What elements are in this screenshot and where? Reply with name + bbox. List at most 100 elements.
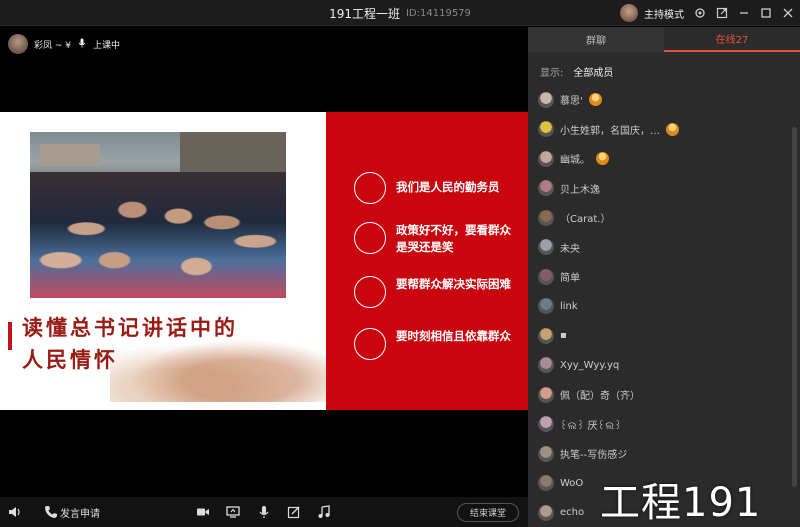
music-icon[interactable] [317, 505, 331, 519]
speaker-icon[interactable] [8, 505, 22, 519]
photo-building [180, 132, 286, 177]
host-mode-label[interactable]: 主持模式 [644, 6, 684, 21]
scrollbar[interactable] [792, 127, 797, 487]
avatar [538, 209, 554, 226]
member-name: Xyy_Wyy.yq [560, 359, 620, 371]
list-item[interactable]: ꒰ଲ꒱ 厌꒰ଲ꒱ [538, 410, 788, 440]
avatar [538, 298, 554, 315]
member-name: 未央 [560, 243, 580, 255]
member-name: 小生姓郭，名国庆，… [560, 125, 660, 137]
list-item[interactable]: （Carat.） [538, 203, 788, 233]
list-item[interactable]: 贝上木逸 [538, 174, 788, 204]
screen-share-icon[interactable] [226, 505, 240, 519]
photo-building [40, 144, 100, 166]
tab-online[interactable]: 在线27 [664, 27, 800, 52]
presentation-area: 彩凤 ~ ¥ 上课中 读懂总书记讲话中的 人民情怀 我们是人民的勤务员 政策好不… [0, 27, 528, 497]
end-class-button[interactable]: 结束课堂 [457, 503, 519, 522]
member-name: 贝上木逸 [560, 184, 600, 196]
slide-point: 我们是人民的勤务员 [354, 172, 524, 204]
list-item[interactable]: link [538, 292, 788, 322]
member-name: 佩（配）奇（齐） [560, 391, 640, 403]
close-icon[interactable] [782, 7, 794, 19]
bottom-toolbar: 发言申请 结束课堂 [0, 497, 528, 527]
slide: 读懂总书记讲话中的 人民情怀 我们是人民的勤务员 政策好不好，要看群众是哭还是笑… [0, 112, 528, 410]
slide-point: 政策好不好，要看群众是哭还是笑 [354, 222, 524, 256]
slide-right-panel: 我们是人民的勤务员 政策好不好，要看群众是哭还是笑 要帮群众解决实际困难 要时刻… [326, 112, 528, 410]
photo-crowd [30, 172, 286, 298]
slide-point-text: 要时刻相信且依靠群众 [396, 329, 511, 343]
settings-icon[interactable] [694, 7, 706, 19]
window-title: 191工程一班 [329, 6, 400, 21]
list-item[interactable]: 佩（配）奇（齐） [538, 380, 788, 410]
avatar[interactable] [8, 34, 28, 54]
tab-discussion[interactable]: 群聊 [528, 27, 664, 52]
microphone-icon[interactable] [257, 505, 271, 519]
slide-point: 要帮群众解决实际困难 [354, 276, 524, 308]
panel-tabs: 群聊 在线27 [528, 27, 800, 52]
member-filter: 显示: 全部成员 [540, 64, 613, 79]
member-name: （Carat.） [560, 214, 611, 226]
slide-point-text: 政策好不好，要看群众是哭还是笑 [396, 223, 511, 254]
headline-accent [8, 322, 12, 350]
minimize-icon[interactable] [738, 7, 750, 19]
member-panel: 群聊 在线27 显示: 全部成员 慕思' 小生姓郭，名国庆，… 幽城。贝上木逸 （Ca… [528, 27, 800, 527]
share-icon[interactable] [716, 7, 728, 19]
avatar [538, 416, 554, 433]
avatar [538, 445, 554, 462]
list-item[interactable]: ▪ [538, 321, 788, 351]
member-badge-icon [588, 93, 602, 107]
avatar [538, 268, 554, 285]
phone-icon[interactable] [44, 505, 58, 519]
circle-icon [354, 276, 386, 308]
slide-left-panel: 读懂总书记讲话中的 人民情怀 [0, 112, 330, 410]
circle-icon [354, 172, 386, 204]
filter-dropdown[interactable]: 全部成员 [573, 64, 613, 79]
title-controls: 主持模式 [620, 0, 794, 26]
watermark-text: 工程191 [600, 480, 762, 526]
slide-headline: 读懂总书记讲话中的 人民情怀 [22, 312, 322, 376]
member-name: 慕思' [560, 96, 583, 108]
avatar [538, 239, 554, 256]
list-item[interactable]: 未央 [538, 233, 788, 263]
avatar [538, 386, 554, 403]
member-name: ꒰ଲ꒱ 厌꒰ଲ꒱ [560, 420, 622, 432]
member-name: echo [560, 507, 585, 519]
room-id: ID:14119579 [405, 7, 471, 19]
member-name: link [560, 300, 578, 312]
camera-icon[interactable] [196, 505, 210, 519]
list-item[interactable]: Xyy_Wyy.yq [538, 351, 788, 381]
avatar [538, 475, 554, 492]
maximize-icon[interactable] [760, 7, 772, 19]
headline-line: 读懂总书记讲话中的 [22, 315, 238, 340]
list-item[interactable]: 执笔--写伤感ジ [538, 439, 788, 469]
headline-line: 人民情怀 [22, 347, 118, 372]
list-item[interactable]: 简单 [538, 262, 788, 292]
avatar [538, 91, 554, 108]
circle-icon [354, 328, 386, 360]
avatar [538, 327, 554, 344]
speak-request-button[interactable]: 发言申请 [60, 505, 100, 520]
list-item[interactable]: 小生姓郭，名国庆，… [538, 115, 788, 145]
member-name: 简单 [560, 273, 580, 285]
avatar[interactable] [620, 4, 638, 22]
circle-icon [354, 222, 386, 254]
member-badge-icon [596, 152, 609, 166]
member-name: 执笔--写伤感ジ [560, 450, 628, 462]
filter-label: 显示: [540, 68, 564, 79]
avatar [538, 504, 554, 521]
microphone-icon [77, 38, 87, 51]
list-item[interactable]: 幽城。 [538, 144, 788, 174]
member-name: WoO [560, 477, 584, 489]
teacher-info: 彩凤 ~ ¥ 上课中 [8, 33, 120, 55]
class-status: 上课中 [93, 40, 121, 51]
teacher-name: 彩凤 ~ ¥ [34, 40, 71, 51]
slide-point: 要时刻相信且依靠群众 [354, 328, 524, 360]
edit-icon[interactable] [287, 505, 301, 519]
member-list: 慕思' 小生姓郭，名国庆，… 幽城。贝上木逸 （Carat.） 未央简单 link ▪ Xyy… [538, 85, 788, 527]
member-name: ▪ [560, 330, 567, 342]
title-bar: 191工程一班 ID:14119579 主持模式 [0, 0, 800, 26]
list-item[interactable]: 慕思' [538, 85, 788, 115]
slide-point-text: 要帮群众解决实际困难 [396, 277, 511, 291]
avatar [538, 180, 554, 197]
avatar [538, 121, 554, 138]
